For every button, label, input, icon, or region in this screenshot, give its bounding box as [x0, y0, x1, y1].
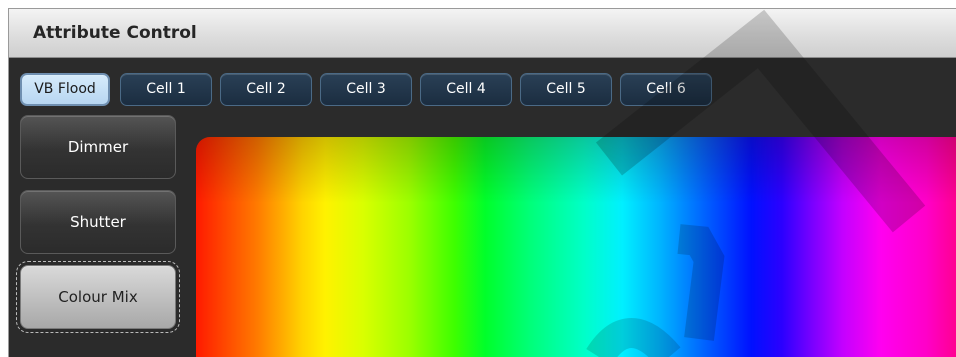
colour-mix-button[interactable]: Colour Mix	[16, 261, 180, 333]
spectrum-shading	[196, 137, 956, 357]
tab-vb-flood[interactable]: VB Flood	[20, 73, 110, 106]
fixture-tabs: VB Flood Cell 1 Cell 2 Cell 3 Cell 4 Cel…	[9, 57, 956, 107]
tab-cell-4[interactable]: Cell 4	[420, 73, 512, 106]
colour-spectrum-picker[interactable]	[196, 137, 956, 357]
tab-cell-1[interactable]: Cell 1	[120, 73, 212, 106]
attribute-control-window: Attribute Control VB Flood Cell 1 Cell 2…	[8, 8, 956, 357]
tab-cell-5[interactable]: Cell 5	[520, 73, 612, 106]
title-bar: Attribute Control	[9, 9, 956, 58]
shutter-button[interactable]: Shutter	[20, 190, 176, 254]
tab-cell-3[interactable]: Cell 3	[320, 73, 412, 106]
tab-cell-6[interactable]: Cell 6	[620, 73, 712, 106]
tab-cell-2[interactable]: Cell 2	[220, 73, 312, 106]
window-title: Attribute Control	[33, 23, 197, 43]
dimmer-button[interactable]: Dimmer	[20, 115, 176, 179]
